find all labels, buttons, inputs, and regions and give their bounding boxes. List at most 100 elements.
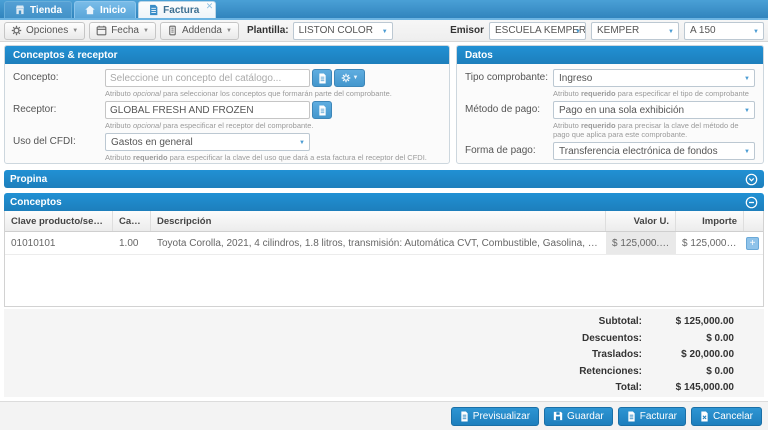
opciones-button[interactable]: Opciones ▼ [4, 22, 85, 40]
total-row-descuentos: Descuentos: $ 0.00 [4, 333, 734, 350]
footer-action-bar: Previsualizar Guardar Facturar Cancelar [0, 401, 768, 430]
chevron-down-icon: ▼ [226, 28, 232, 34]
plantilla-value: LISTON COLOR [299, 25, 373, 36]
cell-clave: 01010101 [5, 232, 113, 254]
chevron-down-icon: ▼ [299, 140, 305, 146]
tipo-comprobante-select[interactable]: Ingreso ▼ [553, 69, 755, 87]
tab-label: Inicio [100, 5, 126, 16]
uso-cfdi-select[interactable]: Gastos en general ▼ [105, 133, 310, 151]
datos-panel: Datos Tipo comprobante: Ingreso ▼ Atribu… [456, 45, 764, 164]
receptor-catalog-button[interactable] [312, 101, 332, 119]
conceptos-receptor-panel: Conceptos & receptor Concepto: ▼ [4, 45, 450, 164]
subtotal-value: $ 125,000.00 [642, 316, 734, 327]
invoice-icon [148, 4, 159, 16]
button-label: Guardar [567, 411, 604, 422]
retenciones-label: Retenciones: [579, 366, 642, 377]
tipo-comprobante-field: Tipo comprobante: Ingreso ▼ Atributo req… [465, 69, 755, 98]
plantilla-label: Plantilla: [247, 25, 289, 36]
cancelar-button[interactable]: Cancelar [691, 407, 762, 426]
chevron-down-icon: ▼ [753, 29, 759, 35]
chevron-down-icon: ▼ [72, 28, 78, 34]
conceptos-grid: Clave producto/servicio Canti... Descrip… [4, 211, 764, 307]
tipo-comprobante-value: Ingreso [559, 73, 592, 84]
preview-icon [460, 411, 469, 422]
chevron-down-icon: ▼ [668, 29, 674, 35]
tab-tienda[interactable]: Tienda [4, 1, 72, 18]
total-row-subtotal: Subtotal: $ 125,000.00 [4, 316, 734, 333]
panel-body: Tipo comprobante: Ingreso ▼ Atributo req… [457, 64, 763, 164]
invoice-icon [627, 411, 636, 422]
chevron-down-icon: ▼ [744, 108, 750, 114]
forma-pago-field: Forma de pago: Transferencia electrónica… [465, 142, 755, 164]
receptor-label: Receptor: [13, 101, 105, 119]
cell-actions: + [744, 232, 763, 254]
concepto-options-button[interactable]: ▼ [334, 69, 365, 87]
total-row-retenciones: Retenciones: $ 0.00 [4, 366, 734, 383]
cell-importe: $ 125,000.00 [676, 232, 744, 254]
panel-header: Datos [457, 46, 763, 64]
save-icon [553, 411, 563, 421]
plus-icon[interactable]: + [746, 237, 759, 250]
table-row[interactable]: 01010101 1.00 Toyota Corolla, 2021, 4 ci… [5, 232, 763, 255]
fecha-label: Fecha [111, 25, 139, 36]
metodo-pago-help: Atributo requerido para precisar la clav… [553, 121, 755, 139]
plantilla-select[interactable]: LISTON COLOR ▼ [293, 22, 393, 40]
column-header-cantidad[interactable]: Canti... [113, 211, 151, 231]
column-header-importe[interactable]: Importe [676, 211, 744, 231]
concepto-help: Atributo opcional para seleccionar los c… [105, 89, 441, 98]
guardar-button[interactable]: Guardar [544, 407, 613, 426]
forma-pago-select[interactable]: Transferencia electrónica de fondos ▼ [553, 142, 755, 160]
tipo-comprobante-help: Atributo requerido para especificar el t… [553, 89, 755, 98]
addenda-label: Addenda [182, 25, 222, 36]
tipo-comprobante-label: Tipo comprobante: [465, 69, 553, 87]
total-row-traslados: Traslados: $ 20,000.00 [4, 349, 734, 366]
tab-factura[interactable]: Factura ✕ [138, 1, 216, 18]
serie-select[interactable]: KEMPER ▼ [591, 22, 679, 40]
concepto-input[interactable] [105, 69, 310, 87]
receptor-help: Atributo opcional para especificar el re… [105, 121, 441, 130]
form-panels: Conceptos & receptor Concepto: ▼ [4, 45, 764, 164]
chevron-down-icon: ▼ [744, 76, 750, 82]
previsualizar-button[interactable]: Previsualizar [451, 407, 539, 426]
column-header-valor-u[interactable]: Valor U. [606, 211, 676, 231]
descuentos-label: Descuentos: [582, 333, 642, 344]
button-label: Facturar [640, 411, 677, 422]
descuentos-value: $ 0.00 [642, 333, 734, 344]
cell-valor-u[interactable]: $ 125,000.00 [606, 232, 676, 254]
calendar-icon [96, 25, 107, 36]
opciones-label: Opciones [26, 25, 68, 36]
receptor-input[interactable] [105, 101, 310, 119]
circle-minus-icon[interactable] [745, 196, 758, 209]
close-icon[interactable]: ✕ [206, 2, 214, 11]
uso-cfdi-label: Uso del CFDI: [13, 133, 105, 151]
emisor-select[interactable]: ESCUELA KEMPER U ▼ [489, 22, 586, 40]
metodo-pago-label: Método de pago: [465, 101, 553, 119]
traslados-label: Traslados: [592, 349, 642, 360]
total-value: $ 145,000.00 [642, 382, 734, 393]
conceptos-panel-header: Conceptos [4, 193, 764, 211]
folio-select[interactable]: A 150 ▼ [684, 22, 764, 40]
tab-bar: Tienda Inicio Factura ✕ [0, 0, 768, 20]
receptor-field: Receptor: Atributo opcional para especif… [13, 101, 441, 130]
circle-chevron-down-icon[interactable] [745, 173, 758, 186]
fecha-button[interactable]: Fecha ▼ [89, 22, 156, 40]
facturar-button[interactable]: Facturar [618, 407, 686, 426]
uso-cfdi-help: Atributo requerido para especificar la c… [105, 153, 441, 162]
uso-cfdi-value: Gastos en general [111, 137, 193, 148]
tab-inicio[interactable]: Inicio [74, 1, 136, 18]
addenda-button[interactable]: Addenda ▼ [160, 22, 239, 40]
column-header-actions [744, 211, 763, 231]
column-header-descripcion[interactable]: Descripción [151, 211, 606, 231]
forma-pago-help: Atributo opcional para especificar la fo… [553, 162, 755, 164]
serie-value: KEMPER [597, 25, 639, 36]
emisor-group: Emisor ESCUELA KEMPER U ▼ KEMPER ▼ A 150… [446, 22, 764, 40]
concepto-catalog-button[interactable] [312, 69, 332, 87]
tab-label: Tienda [30, 5, 62, 16]
chevron-down-icon: ▼ [575, 29, 581, 35]
metodo-pago-select[interactable]: Pago en una sola exhibición ▼ [553, 101, 755, 119]
column-header-clave[interactable]: Clave producto/servicio [5, 211, 113, 231]
chevron-down-icon: ▼ [353, 75, 359, 81]
addenda-icon [167, 25, 178, 36]
home-icon [84, 4, 96, 16]
subtotal-label: Subtotal: [599, 316, 642, 327]
